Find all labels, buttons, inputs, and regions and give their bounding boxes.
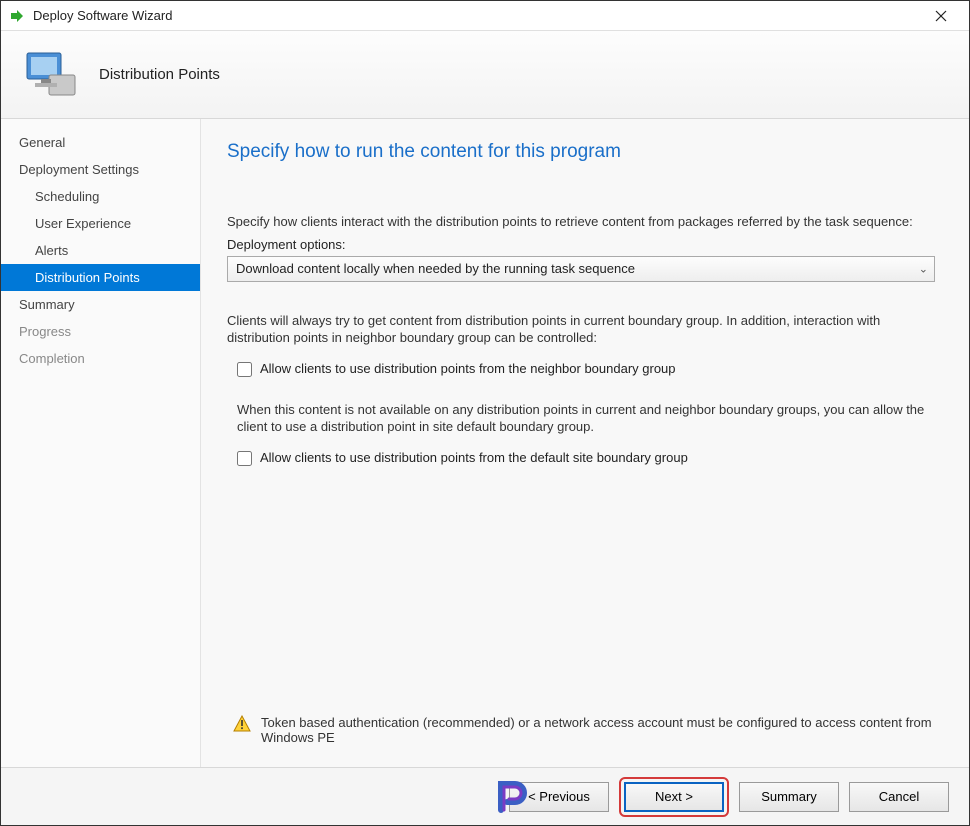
wizard-header: Distribution Points	[1, 31, 969, 119]
step-title: Distribution Points	[99, 66, 220, 83]
wizard-content: Specify how to run the content for this …	[201, 119, 969, 767]
sidebar-item-summary[interactable]: Summary	[1, 291, 200, 318]
warning-text: Token based authentication (recommended)…	[261, 715, 935, 745]
close-icon	[935, 10, 947, 22]
sidebar-item-user-experience[interactable]: User Experience	[1, 210, 200, 237]
next-highlight-frame: Next >	[619, 777, 729, 817]
summary-button[interactable]: Summary	[739, 782, 839, 812]
desc-interact: Specify how clients interact with the di…	[227, 213, 935, 231]
sidebar-item-progress[interactable]: Progress	[1, 318, 200, 345]
desc-boundary: Clients will always try to get content f…	[227, 312, 935, 347]
chevron-down-icon: ⌄	[919, 262, 928, 275]
next-button[interactable]: Next >	[624, 782, 724, 812]
allow-default-site-label[interactable]: Allow clients to use distribution points…	[260, 450, 688, 465]
close-button[interactable]	[921, 2, 961, 30]
allow-neighbor-checkbox[interactable]	[237, 362, 252, 377]
dropdown-value: Download content locally when needed by …	[236, 261, 635, 276]
sidebar-item-deployment-settings[interactable]: Deployment Settings	[1, 156, 200, 183]
sidebar-item-alerts[interactable]: Alerts	[1, 237, 200, 264]
allow-default-site-checkbox[interactable]	[237, 451, 252, 466]
wizard-sidebar: General Deployment Settings Scheduling U…	[1, 119, 201, 767]
allow-neighbor-label[interactable]: Allow clients to use distribution points…	[260, 361, 676, 376]
sidebar-item-completion[interactable]: Completion	[1, 345, 200, 372]
titlebar: Deploy Software Wizard	[1, 1, 969, 31]
app-arrow-icon	[9, 8, 25, 24]
sidebar-item-general[interactable]: General	[1, 129, 200, 156]
cancel-button[interactable]: Cancel	[849, 782, 949, 812]
warning-icon	[233, 715, 251, 733]
warning-row: Token based authentication (recommended)…	[227, 711, 935, 757]
previous-button[interactable]: < Previous	[509, 782, 609, 812]
wizard-window: Deploy Software Wizard Distribution Poin…	[0, 0, 970, 826]
wizard-body: General Deployment Settings Scheduling U…	[1, 119, 969, 767]
wizard-footer: < Previous Next > Summary Cancel	[1, 767, 969, 825]
sidebar-item-distribution-points[interactable]: Distribution Points	[1, 264, 200, 291]
desc-default-site: When this content is not available on an…	[227, 401, 935, 436]
deployment-options-dropdown[interactable]: Download content locally when needed by …	[227, 256, 935, 282]
window-title: Deploy Software Wizard	[33, 8, 921, 23]
computer-icon	[21, 49, 81, 101]
checkbox-row-neighbor: Allow clients to use distribution points…	[227, 361, 935, 377]
checkbox-row-default-site: Allow clients to use distribution points…	[227, 450, 935, 466]
content-spacer	[227, 490, 935, 711]
sidebar-item-scheduling[interactable]: Scheduling	[1, 183, 200, 210]
content-heading: Specify how to run the content for this …	[227, 141, 935, 163]
dropdown-label: Deployment options:	[227, 237, 935, 252]
